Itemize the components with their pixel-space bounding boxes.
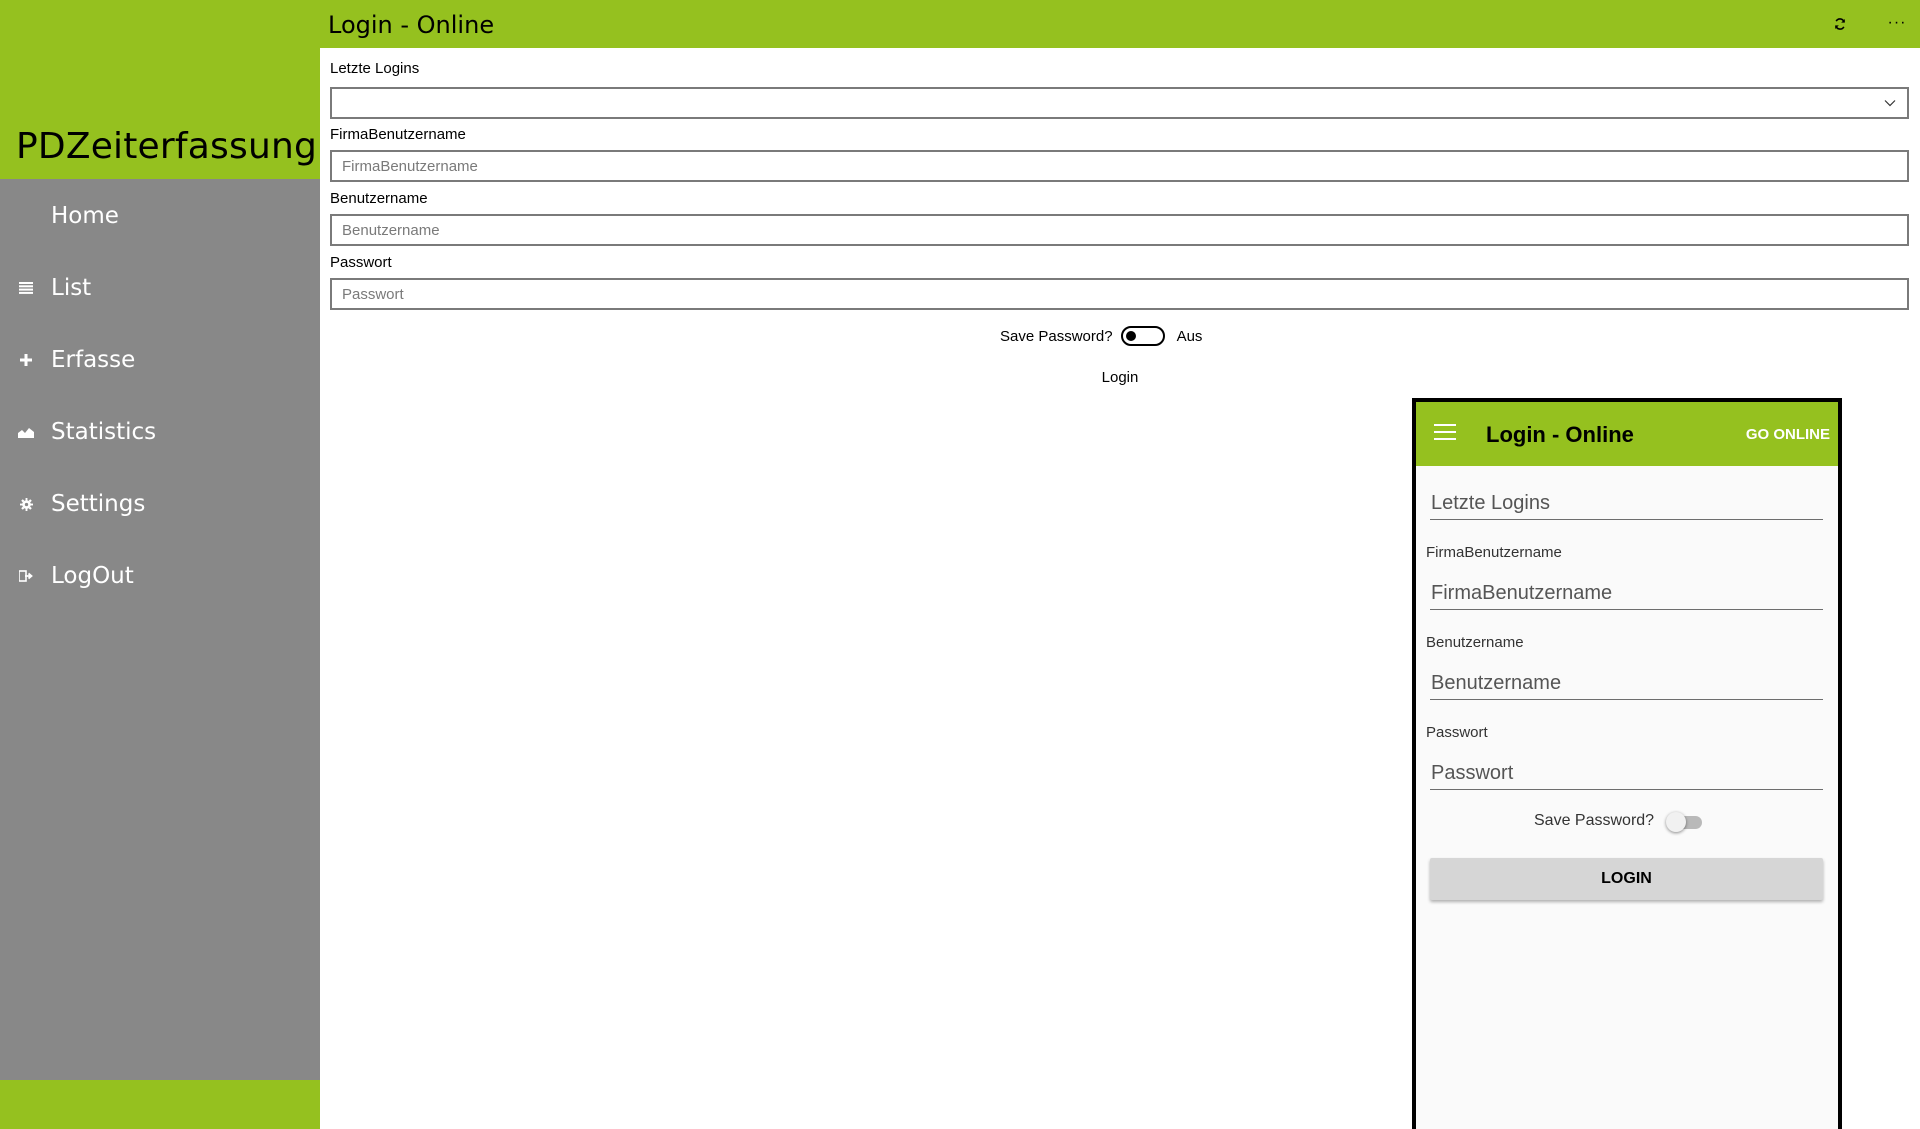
sidebar-item-erfasse[interactable]: Erfasse — [0, 332, 320, 388]
sidebar-item-statistics[interactable]: Statistics — [0, 404, 320, 460]
save-password-row: Save Password? Aus — [1000, 324, 1202, 348]
sidebar-item-label: LogOut — [51, 563, 134, 589]
login-button[interactable]: Login — [1080, 364, 1160, 392]
page-title: Login - Online — [328, 11, 495, 39]
phone-save-password-label: Save Password? — [1534, 812, 1655, 829]
sidebar-item-label: Statistics — [51, 419, 157, 445]
password-input[interactable] — [330, 278, 1909, 310]
more-options-button[interactable]: ··· — [1880, 10, 1914, 36]
switch-thumb — [1666, 812, 1686, 832]
sidebar-footer — [0, 1080, 320, 1129]
plus-icon — [18, 352, 34, 368]
username-input[interactable] — [330, 214, 1909, 246]
toggle-knob — [1125, 331, 1136, 341]
company-user-label: FirmaBenutzername — [330, 126, 466, 143]
logout-icon — [18, 568, 34, 584]
sidebar-item-label: Settings — [51, 491, 146, 517]
recent-logins-dropdown[interactable] — [330, 87, 1909, 119]
sidebar-header: PDZeiterfassung — [0, 0, 320, 179]
sidebar-item-label: Erfasse — [51, 347, 136, 373]
phone-password-placeholder: Passwort — [1431, 762, 1514, 784]
phone-company-user-placeholder: FirmaBenutzername — [1431, 582, 1613, 604]
sidebar-item-logout[interactable]: LogOut — [0, 548, 320, 604]
android-preview: Login - Online GO ONLINE Letzte Logins F… — [1412, 398, 1842, 1129]
sidebar-item-settings[interactable]: Settings — [0, 476, 320, 532]
app-window: PDZeiterfassung Home List Erfasse Statis… — [0, 0, 1920, 1129]
phone-company-user-input[interactable]: FirmaBenutzername — [1430, 570, 1823, 610]
chevron-down-icon — [1884, 100, 1896, 107]
hamburger-menu-icon[interactable] — [1434, 424, 1458, 442]
save-password-label: Save Password? — [1000, 327, 1113, 345]
phone-recent-logins-picker[interactable]: Letzte Logins — [1430, 480, 1823, 520]
save-password-toggle[interactable] — [1120, 326, 1165, 346]
phone-login-button[interactable]: LOGIN — [1430, 858, 1823, 900]
phone-toolbar: Login - Online GO ONLINE — [1416, 402, 1838, 466]
sidebar-item-home[interactable]: Home — [0, 188, 320, 244]
refresh-icon[interactable] — [1830, 14, 1850, 34]
sidebar-item-label: Home — [51, 203, 119, 229]
phone-page-title: Login - Online — [1486, 422, 1634, 447]
password-label: Passwort — [330, 254, 392, 271]
phone-save-password-switch[interactable] — [1666, 812, 1704, 832]
recent-logins-label: Letzte Logins — [330, 60, 420, 77]
sidebar-item-list[interactable]: List — [0, 260, 320, 316]
phone-company-user-label: FirmaBenutzername — [1426, 544, 1562, 561]
username-label: Benutzername — [330, 190, 428, 207]
list-icon — [18, 280, 34, 296]
phone-username-label: Benutzername — [1426, 634, 1524, 651]
phone-save-password-row: Save Password? — [1416, 810, 1838, 834]
phone-password-input[interactable]: Passwort — [1430, 750, 1823, 790]
sidebar: PDZeiterfassung Home List Erfasse Statis… — [0, 0, 320, 1129]
phone-username-placeholder: Benutzername — [1431, 672, 1562, 694]
phone-password-label: Passwort — [1426, 724, 1488, 741]
app-title: PDZeiterfassung — [16, 126, 318, 167]
title-bar: Login - Online ··· — [320, 0, 1920, 48]
gear-icon — [18, 496, 34, 512]
chart-icon — [18, 424, 34, 440]
phone-recent-logins-placeholder: Letzte Logins — [1431, 492, 1550, 514]
phone-username-input[interactable]: Benutzername — [1430, 660, 1823, 700]
go-online-button[interactable]: GO ONLINE — [1746, 426, 1830, 443]
sidebar-item-label: List — [51, 275, 92, 301]
company-user-input[interactable] — [330, 150, 1909, 182]
save-password-state: Aus — [1176, 327, 1203, 345]
